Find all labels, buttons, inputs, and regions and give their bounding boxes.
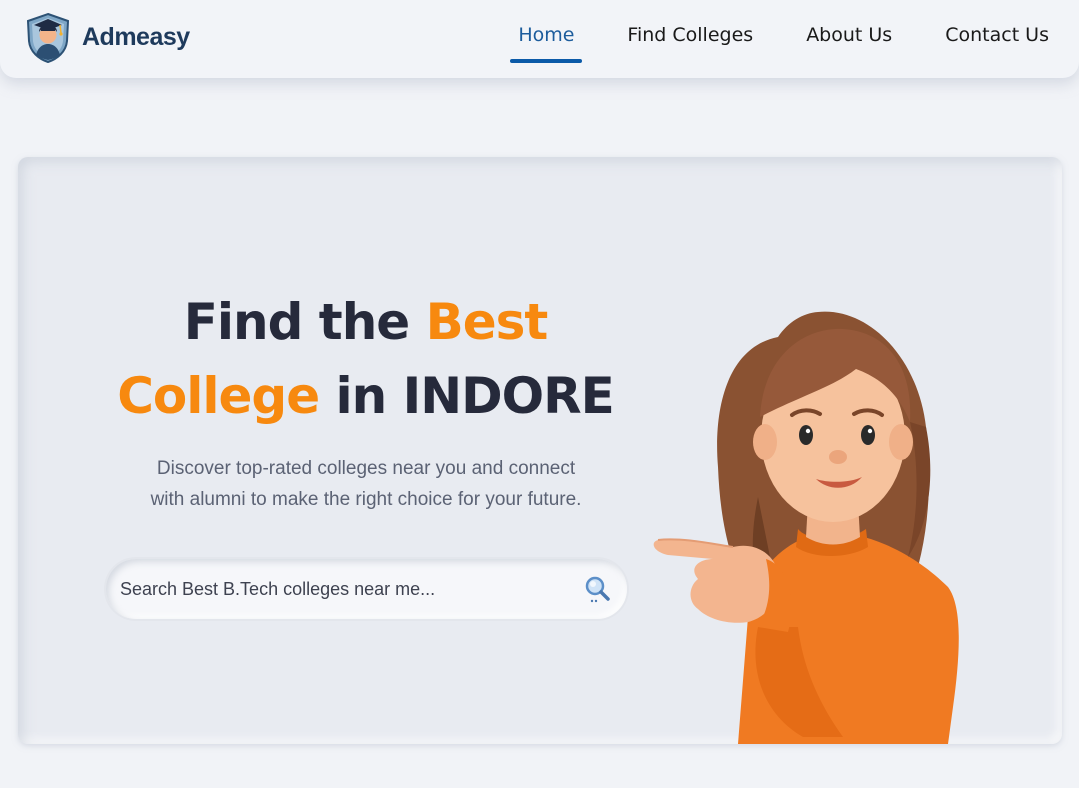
brand-logo[interactable]: Admeasy bbox=[22, 11, 190, 63]
hero-subtitle: Discover top-rated colleges near you and… bbox=[121, 453, 611, 515]
hero-headline: Find the Best College in INDORE bbox=[98, 285, 633, 433]
nav-about-us[interactable]: About Us bbox=[806, 0, 892, 78]
nav-contact-us[interactable]: Contact Us bbox=[945, 0, 1049, 78]
nav-find-colleges[interactable]: Find Colleges bbox=[627, 0, 753, 78]
subtitle-line-1: Discover top-rated colleges near you and… bbox=[156, 458, 576, 479]
magnifier-icon[interactable] bbox=[583, 575, 611, 603]
subtitle-line-2: with alumni to make the right choice for… bbox=[150, 489, 582, 510]
search-input[interactable] bbox=[120, 559, 560, 619]
nav-home[interactable]: Home bbox=[510, 0, 583, 78]
headline-text-2: in INDORE bbox=[319, 367, 615, 425]
search-box bbox=[106, 559, 627, 619]
hero-section: Find the Best College in INDORE Discover… bbox=[18, 157, 1062, 744]
girl-pointing-illustration bbox=[653, 311, 959, 744]
headline-accent-college: College bbox=[117, 367, 320, 425]
main-nav: Home Find Colleges About Us Contact Us bbox=[510, 0, 1049, 78]
brand-name: Admeasy bbox=[82, 22, 190, 51]
headline-text-1: Find the bbox=[183, 293, 426, 351]
navbar: Admeasy Home Find Colleges About Us Cont… bbox=[0, 0, 1079, 78]
headline-accent-best: Best bbox=[425, 293, 549, 351]
graduate-shield-icon bbox=[26, 12, 70, 63]
